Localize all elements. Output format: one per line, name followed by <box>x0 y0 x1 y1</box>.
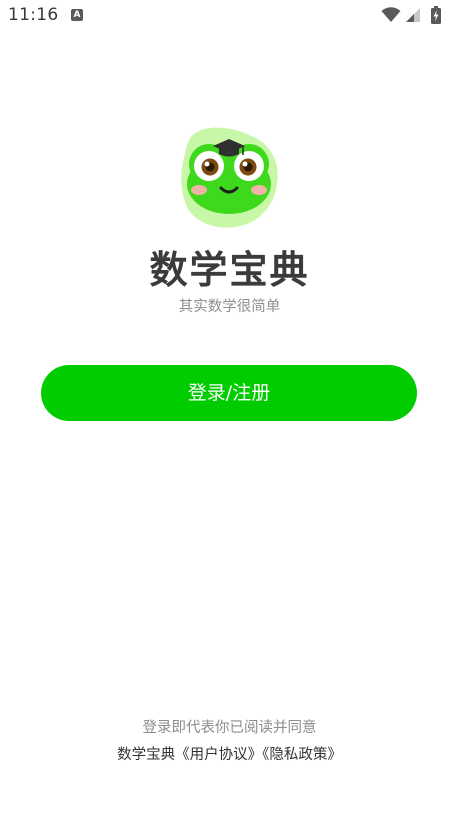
status-bar: 11:16 A <box>0 0 459 32</box>
frog-graduate-logo-icon <box>181 127 278 228</box>
signal-icon <box>406 8 420 22</box>
agreement-prefix: 登录即代表你已阅读并同意 <box>142 720 317 736</box>
login-register-button[interactable]: 登录/注册 <box>41 365 417 421</box>
a-icon: A <box>71 9 83 21</box>
user-agreement-link[interactable]: 《用户协议》 <box>175 747 262 763</box>
status-time: 11:16 <box>8 5 59 25</box>
app-slogan: 其实数学很简单 <box>178 299 281 315</box>
app-title: 数学宝典 <box>149 248 310 292</box>
status-icons <box>381 6 451 24</box>
agreement-app-name: 数学宝典 <box>117 747 176 763</box>
wifi-icon <box>381 7 401 22</box>
app-logo <box>177 126 283 228</box>
battery-charging-icon <box>431 6 441 24</box>
login-screen: 11:16 A 数学宝典 其实数学很简单 登录/注册 登录即代表你已阅读并同意 … <box>0 0 459 816</box>
privacy-policy-link[interactable]: 《隐私政策》 <box>262 747 342 763</box>
agreement-links: 数学宝典《用户协议》《隐私政策》 <box>0 745 459 765</box>
agreement-notice: 登录即代表你已阅读并同意 数学宝典《用户协议》《隐私政策》 <box>0 718 459 765</box>
